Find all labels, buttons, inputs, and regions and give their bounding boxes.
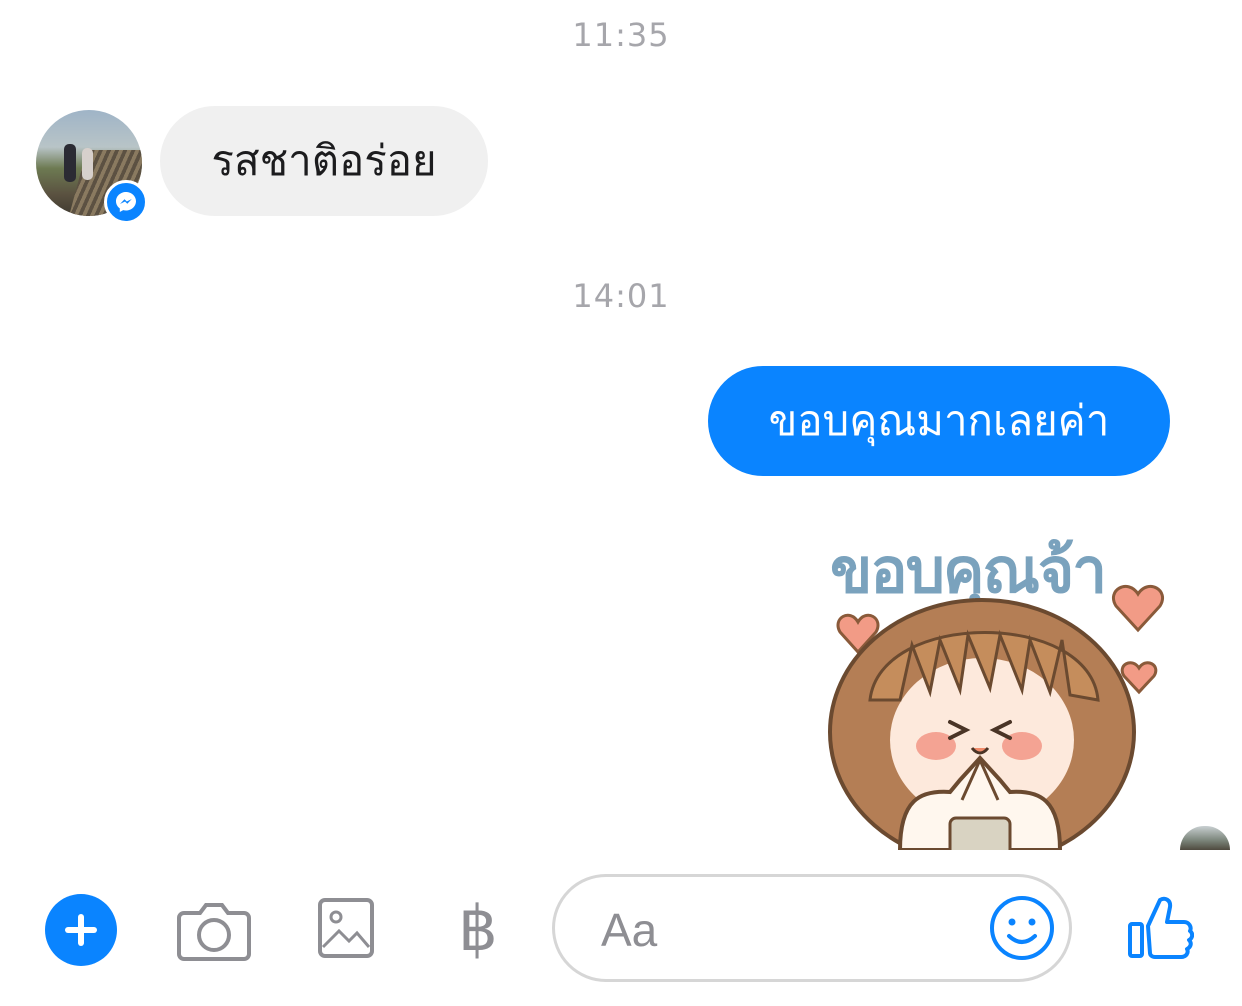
outgoing-message-bubble[interactable]: ขอบคุณมากเลยค่า	[708, 366, 1170, 476]
plus-icon[interactable]	[45, 894, 117, 966]
incoming-message-bubble[interactable]: รสชาติอร่อย	[160, 106, 488, 216]
message-input[interactable]: Aa	[552, 874, 1072, 982]
timestamp: 11:35	[572, 16, 670, 54]
read-receipt-avatar	[1180, 826, 1230, 850]
messenger-icon	[104, 180, 148, 224]
baht-icon[interactable]: ฿	[446, 888, 510, 968]
sticker-girl-illustration	[828, 585, 1164, 850]
image-icon[interactable]	[314, 892, 378, 964]
avatar-photo-person	[82, 148, 93, 180]
sticker-message[interactable]: ขอบคุณจ้า	[800, 500, 1180, 850]
message-input-placeholder: Aa	[601, 904, 658, 956]
timestamp: 14:01	[572, 277, 670, 315]
smiley-icon[interactable]	[987, 893, 1057, 963]
avatar-photo-person	[64, 144, 76, 182]
camera-icon[interactable]	[176, 892, 252, 968]
thumbs-up-icon[interactable]	[1122, 890, 1196, 964]
